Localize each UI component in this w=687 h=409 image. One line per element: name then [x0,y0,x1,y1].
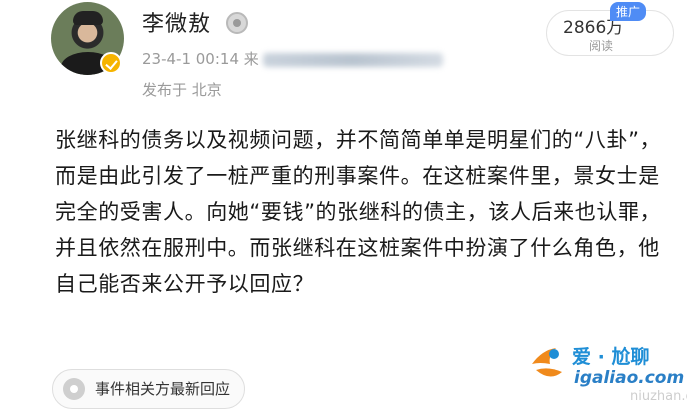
avatar-hair [73,11,103,25]
related-icon [63,378,85,400]
read-count-label: 阅读 [589,39,614,53]
post-source-prefix: 来 [243,50,259,68]
watermark-url: igaliao.com [574,368,685,388]
watermark-ghost-text: niuzhan.com [630,389,687,404]
post-time: 23-4-1 00:14 [142,50,239,68]
medal-icon [226,12,248,34]
post-body-text: 张继科的债务以及视频问题，并不简简单单是明星们的“八卦”，而是由此引发了一桩严重… [55,128,662,296]
promo-tag: 推广 [610,2,647,21]
watermark-cn-text: 爱 · 尬聊 [572,346,650,368]
post-meta: 23-4-1 00:14 来 [142,48,443,69]
related-updates-chip[interactable]: 事件相关方最新回应 [52,369,246,409]
watermark-logo-icon [532,348,562,377]
post-location: 发布于 北京 [142,81,222,99]
watermark: 爱 · 尬聊 igaliao.com niuzhan.com [522,336,687,406]
post-source-blurred [262,52,443,67]
verified-badge-icon [100,52,122,74]
related-chip-label: 事件相关方最新回应 [95,380,231,398]
author-name[interactable]: 李微敖 [142,6,211,38]
